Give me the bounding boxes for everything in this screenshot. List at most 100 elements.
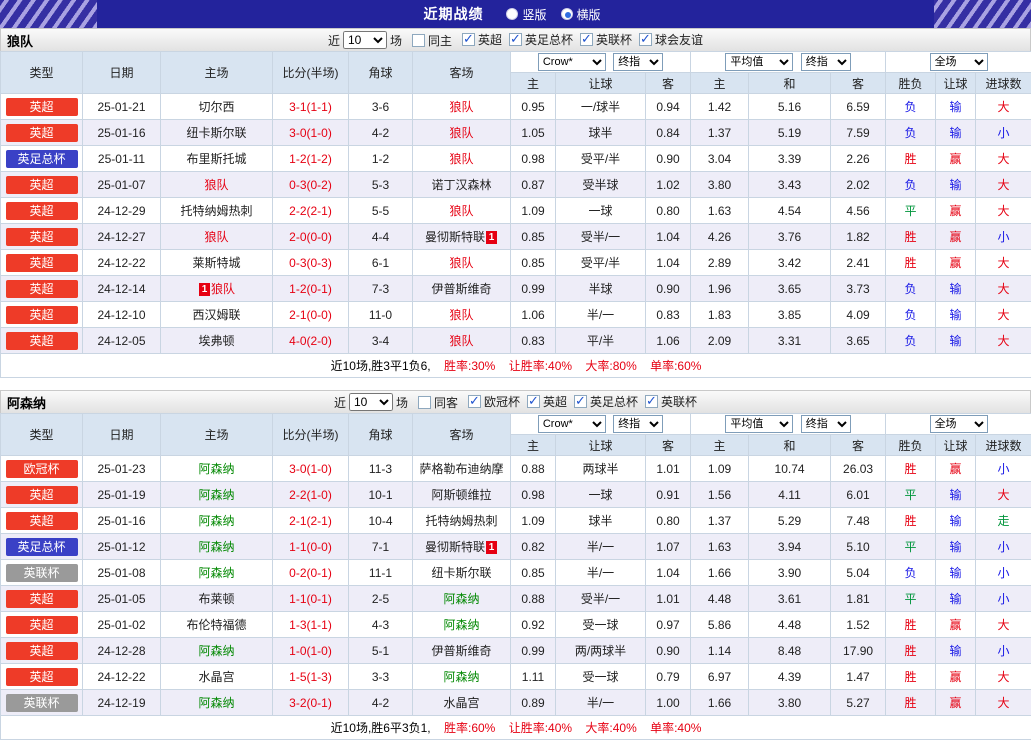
match-count-select[interactable]: 10 [349,393,393,411]
checkbox-icon[interactable] [462,33,475,46]
avg-type-select[interactable]: 平均值 [725,53,793,71]
odds-stage-select[interactable]: 终指 [613,53,663,71]
league-filter-checkbox[interactable]: 英超 [527,393,567,410]
score-cell[interactable]: 1-1(0-0) [273,534,349,560]
checkbox-icon[interactable] [418,396,431,409]
checkbox-icon[interactable] [639,33,652,46]
score-cell[interactable]: 2-2(2-1) [273,198,349,224]
score-cell[interactable]: 1-0(1-0) [273,638,349,664]
team-name-link[interactable]: 狼队 [449,334,473,348]
team-name-link[interactable]: 纽卡斯尔联 [186,126,246,140]
team-name-link[interactable]: 狼队 [449,152,473,166]
league-cell: 英超 [1,250,83,276]
score-cell[interactable]: 1-1(0-1) [273,586,349,612]
league-filter-checkbox[interactable]: 英联杯 [580,31,632,48]
avg-stage-select[interactable]: 终指 [801,415,851,433]
score-cell[interactable]: 3-1(1-1) [273,94,349,120]
checkbox-icon[interactable] [468,395,481,408]
team-name-link[interactable]: 埃弗顿 [198,334,234,348]
team-name-link[interactable]: 狼队 [204,230,228,244]
away-team-cell: 诺丁汉森林 [413,172,511,198]
layout-option-horizontal[interactable]: 横版 [561,6,601,23]
bookmaker-select[interactable]: Crow* [538,415,606,433]
team-name-link[interactable]: 阿斯顿维拉 [431,488,491,502]
score-cell[interactable]: 3-0(1-0) [273,120,349,146]
team-name-link[interactable]: 布里斯托城 [186,152,246,166]
team-name-link[interactable]: 切尔西 [198,100,234,114]
team-name-link[interactable]: 狼队 [211,282,235,296]
checkbox-icon[interactable] [509,33,522,46]
scope-select[interactable]: 全场 [930,415,988,433]
score-cell[interactable]: 4-0(2-0) [273,328,349,354]
team-name-link[interactable]: 西汉姆联 [192,308,240,322]
team-name-link[interactable]: 阿森纳 [198,696,234,710]
score-cell[interactable]: 1-2(1-2) [273,146,349,172]
league-filter-checkbox[interactable]: 英超 [462,31,502,48]
avg-draw-odds: 4.11 [749,482,831,508]
radio-icon[interactable] [506,8,518,20]
score-cell[interactable]: 0-3(0-3) [273,250,349,276]
score-cell[interactable]: 1-3(1-1) [273,612,349,638]
league-filter-checkbox[interactable]: 英足总杯 [509,31,573,48]
team-name-link[interactable]: 托特纳姆热刺 [180,204,252,218]
score-cell[interactable]: 2-1(0-0) [273,302,349,328]
team-name-link[interactable]: 阿森纳 [198,514,234,528]
team-name-link[interactable]: 布莱顿 [198,592,234,606]
team-name-link[interactable]: 狼队 [449,204,473,218]
league-filter-checkbox[interactable]: 球会友谊 [639,31,703,48]
checkbox-icon[interactable] [580,33,593,46]
avg-stage-select[interactable]: 终指 [801,53,851,71]
team-name-link[interactable]: 诺丁汉森林 [431,178,491,192]
team-name-link[interactable]: 狼队 [449,100,473,114]
score-cell[interactable]: 3-2(0-1) [273,690,349,716]
checkbox-icon[interactable] [527,395,540,408]
team-name-link[interactable]: 水晶宫 [443,696,479,710]
same-venue-checkbox[interactable]: 同主 [412,32,452,49]
same-venue-checkbox[interactable]: 同客 [418,394,458,411]
team-name-link[interactable]: 狼队 [204,178,228,192]
score-cell[interactable]: 1-2(0-1) [273,276,349,302]
team-name-link[interactable]: 布伦特福德 [186,618,246,632]
team-name-link[interactable]: 阿森纳 [198,462,234,476]
avg-type-select[interactable]: 平均值 [725,415,793,433]
team-name-link[interactable]: 水晶宫 [198,670,234,684]
scope-select[interactable]: 全场 [930,53,988,71]
team-name-link[interactable]: 狼队 [449,256,473,270]
odds-stage-select[interactable]: 终指 [613,415,663,433]
team-name-link[interactable]: 阿森纳 [443,618,479,632]
checkbox-icon[interactable] [574,395,587,408]
team-name-link[interactable]: 莱斯特城 [192,256,240,270]
layout-option-vertical[interactable]: 竖版 [506,6,546,23]
checkbox-icon[interactable] [412,34,425,47]
team-name-link[interactable]: 曼彻斯特联 [425,540,485,554]
team-name-link[interactable]: 阿森纳 [198,566,234,580]
score-cell[interactable]: 2-2(1-0) [273,482,349,508]
score-cell[interactable]: 0-3(0-2) [273,172,349,198]
score-cell[interactable]: 0-2(0-1) [273,560,349,586]
league-filter-checkbox[interactable]: 英联杯 [645,393,697,410]
team-name-link[interactable]: 伊普斯维奇 [431,644,491,658]
team-name-link[interactable]: 狼队 [449,126,473,140]
score-cell[interactable]: 3-0(1-0) [273,456,349,482]
team-name-link[interactable]: 阿森纳 [198,644,234,658]
match-count-select[interactable]: 10 [343,31,387,49]
league-filter-checkbox[interactable]: 英足总杯 [574,393,638,410]
team-name-link[interactable]: 曼彻斯特联 [425,230,485,244]
score-cell[interactable]: 2-1(2-1) [273,508,349,534]
team-name-link[interactable]: 阿森纳 [443,670,479,684]
checkbox-icon[interactable] [645,395,658,408]
team-name-link[interactable]: 萨格勒布迪纳摩 [419,462,503,476]
team-name-link[interactable]: 阿森纳 [198,488,234,502]
team-name-link[interactable]: 伊普斯维奇 [431,282,491,296]
radio-icon[interactable] [561,8,573,20]
team-name-link[interactable]: 阿森纳 [443,592,479,606]
score-cell[interactable]: 1-5(1-3) [273,664,349,690]
score-cell[interactable]: 2-0(0-0) [273,224,349,250]
team-name-link[interactable]: 阿森纳 [198,540,234,554]
league-filter-checkbox[interactable]: 欧冠杯 [468,393,520,410]
bookmaker-select[interactable]: Crow* [538,53,606,71]
team-name-link[interactable]: 托特纳姆热刺 [425,514,497,528]
team-name-link[interactable]: 狼队 [449,308,473,322]
team-name-link[interactable]: 纽卡斯尔联 [431,566,491,580]
titlebar: 近期战绩 竖版 横版 [0,0,1031,28]
